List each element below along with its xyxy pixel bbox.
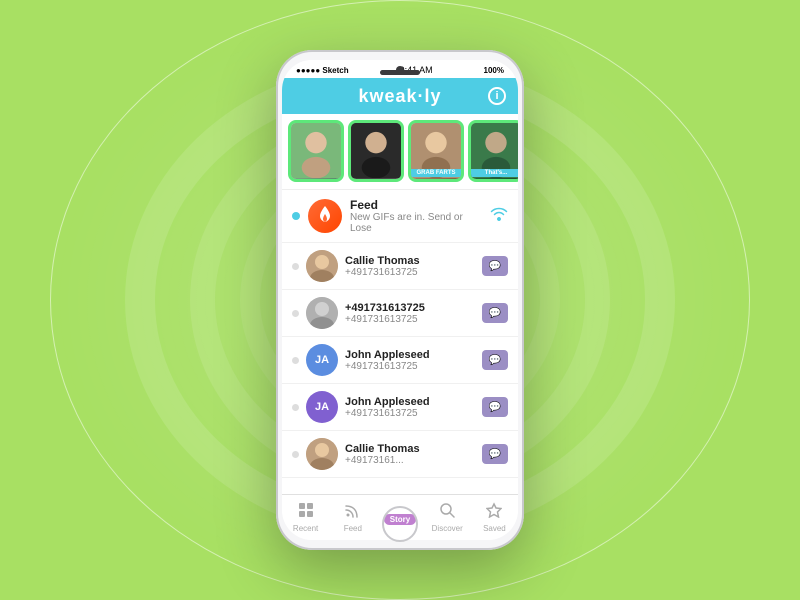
story-item-4[interactable]: That's... <box>468 120 518 182</box>
contact-name-4: John Appleseed <box>345 396 475 408</box>
app-header: kweak·ly i <box>282 78 518 114</box>
message-icon-4: 💬 <box>489 402 501 413</box>
contact-dot-4 <box>292 404 299 411</box>
message-button-4[interactable]: 💬 <box>482 397 508 417</box>
phone-screen: ●●●●● Sketch 9:41 AM 100% kweak·ly i <box>282 60 518 540</box>
contact-dot-1 <box>292 263 299 270</box>
carrier-signal: ●●●●● Sketch <box>296 66 349 75</box>
tab-discover[interactable]: Discover <box>424 495 471 540</box>
recent-icon <box>298 502 314 523</box>
contact-dot-5 <box>292 451 299 458</box>
contact-text-3: John Appleseed +491731613725 <box>345 349 475 372</box>
phone-shell: ●●●●● Sketch 9:41 AM 100% kweak·ly i <box>276 50 524 550</box>
contact-item-1[interactable]: Callie Thomas +491731613725 💬 <box>282 243 518 290</box>
feed-dot <box>292 212 300 220</box>
message-button-3[interactable]: 💬 <box>482 350 508 370</box>
tab-recent[interactable]: Recent <box>282 495 329 540</box>
contact-text-1: Callie Thomas +491731613725 <box>345 255 475 278</box>
contact-text-5: Callie Thomas +49173161... <box>345 443 475 466</box>
tab-feed-label: Feed <box>344 524 362 533</box>
flame-icon <box>316 206 334 226</box>
message-button-5[interactable]: 💬 <box>482 444 508 464</box>
contact-phone-4: +491731613725 <box>345 408 475 419</box>
home-button[interactable] <box>382 506 418 542</box>
discover-icon <box>439 502 455 523</box>
saved-icon <box>486 502 502 523</box>
story-item-1[interactable] <box>288 120 344 182</box>
contact-text-4: John Appleseed +491731613725 <box>345 396 475 419</box>
contact-initials-4: JA <box>315 401 329 413</box>
story-label-3: GRAB FARTS <box>411 169 461 177</box>
contact-name-5: Callie Thomas <box>345 443 475 455</box>
tab-discover-label: Discover <box>432 524 463 533</box>
contact-name-3: John Appleseed <box>345 349 475 361</box>
feed-title: Feed <box>350 198 482 212</box>
feed-subtitle: New GIFs are in. Send or Lose <box>350 212 482 234</box>
contacts-list: Callie Thomas +491731613725 💬 <box>282 243 518 494</box>
contact-phone-5: +49173161... <box>345 455 475 466</box>
message-button-1[interactable]: 💬 <box>482 256 508 276</box>
contact-avatar-2 <box>306 297 338 329</box>
feed-item[interactable]: Feed New GIFs are in. Send or Lose <box>282 190 518 243</box>
tab-saved-label: Saved <box>483 524 506 533</box>
story-label-4: That's... <box>471 169 518 177</box>
contact-name-1: Callie Thomas <box>345 255 475 267</box>
tab-recent-label: Recent <box>293 524 318 533</box>
contact-avatar-3: JA <box>306 344 338 376</box>
contact-name-2: +491731613725 <box>345 302 475 314</box>
contact-text-2: +491731613725 +491731613725 <box>345 302 475 325</box>
contact-item-4[interactable]: JA John Appleseed +491731613725 💬 <box>282 384 518 431</box>
battery: 100% <box>484 66 504 75</box>
contact-avatar-4: JA <box>306 391 338 423</box>
contact-phone-1: +491731613725 <box>345 267 475 278</box>
story-avatar-1 <box>291 123 341 179</box>
contact-avatar-5 <box>306 438 338 470</box>
info-button[interactable]: i <box>488 87 506 105</box>
contact-initials-3: JA <box>315 354 329 366</box>
message-icon-5: 💬 <box>489 449 501 460</box>
contact-item-2[interactable]: +491731613725 +491731613725 💬 <box>282 290 518 337</box>
message-icon-2: 💬 <box>489 308 501 319</box>
contact-dot-2 <box>292 310 299 317</box>
contact-item-3[interactable]: JA John Appleseed +491731613725 💬 <box>282 337 518 384</box>
story-item-3[interactable]: GRAB FARTS <box>408 120 464 182</box>
message-button-2[interactable]: 💬 <box>482 303 508 323</box>
feed-icon <box>345 502 361 523</box>
contact-dot-3 <box>292 357 299 364</box>
message-icon-1: 💬 <box>489 261 501 272</box>
stories-row: GRAB FARTS That's... <box>282 114 518 190</box>
story-item-2[interactable] <box>348 120 404 182</box>
contact-phone-2: +491731613725 <box>345 314 475 325</box>
feed-icon-wrap <box>308 199 342 233</box>
story-avatar-2 <box>351 123 401 179</box>
contact-avatar-1 <box>306 250 338 282</box>
contact-item-5[interactable]: Callie Thomas +49173161... 💬 <box>282 431 518 478</box>
app-title: kweak·ly <box>358 86 441 107</box>
speaker <box>380 70 420 75</box>
tab-saved[interactable]: Saved <box>471 495 518 540</box>
contact-phone-3: +491731613725 <box>345 361 475 372</box>
wifi-icon <box>490 207 508 226</box>
message-icon-3: 💬 <box>489 355 501 366</box>
tab-feed[interactable]: Feed <box>329 495 376 540</box>
feed-text: Feed New GIFs are in. Send or Lose <box>350 198 482 234</box>
info-icon: i <box>495 90 498 102</box>
